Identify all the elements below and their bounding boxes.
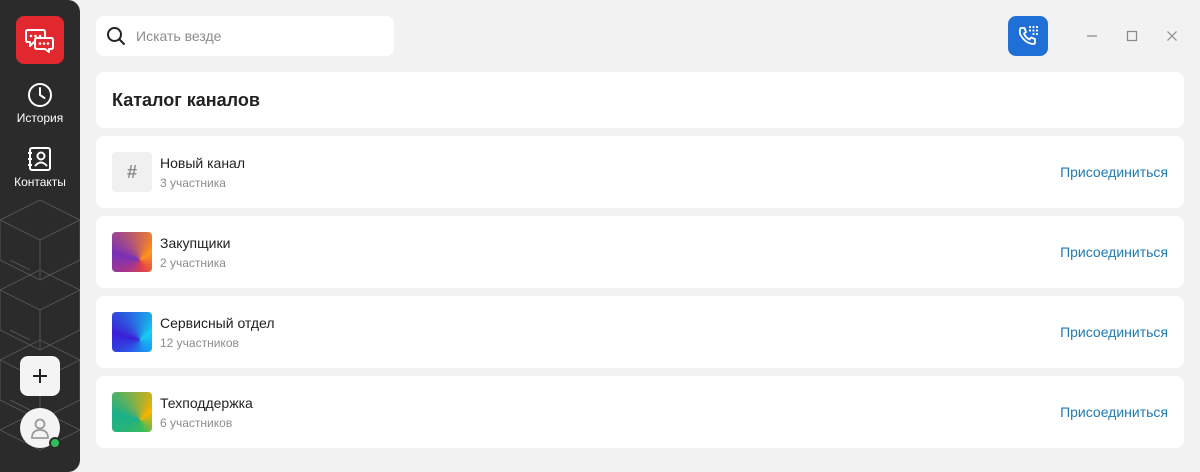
join-button[interactable]: Присоединиться	[1060, 404, 1168, 420]
plus-icon	[33, 369, 47, 383]
sidebar-item-history[interactable]: История	[0, 82, 80, 125]
online-status-dot	[49, 437, 61, 449]
catalog-header: Каталог каналов	[96, 72, 1184, 128]
channel-member-count: 2 участника	[160, 255, 226, 270]
maximize-icon	[1126, 30, 1138, 42]
add-button[interactable]	[20, 356, 60, 396]
close-icon	[1167, 31, 1177, 41]
channel-info: Сервисный отдел 12 участников	[160, 315, 1060, 350]
page-title: Каталог каналов	[112, 89, 260, 110]
maximize-button[interactable]	[1122, 26, 1142, 46]
channel-member-count: 12 участников	[160, 335, 239, 350]
channel-name: Сервисный отдел	[160, 314, 275, 331]
contacts-book-icon	[28, 147, 51, 171]
minimize-icon	[1087, 35, 1097, 37]
search-bar[interactable]	[96, 16, 394, 56]
channel-row-buyers[interactable]: Закупщики 2 участника Присоединиться	[96, 216, 1184, 288]
user-icon	[31, 418, 49, 439]
channel-info: Техподдержка 6 участников	[160, 395, 1060, 430]
join-button[interactable]: Присоединиться	[1060, 324, 1168, 340]
close-button[interactable]	[1162, 26, 1182, 46]
sidebar-item-label: Контакты	[14, 175, 66, 189]
join-button[interactable]: Присоединиться	[1060, 164, 1168, 180]
channel-name: Техподдержка	[160, 394, 253, 411]
channel-info: Новый канал 3 участника	[160, 155, 1060, 190]
channel-name: Закупщики	[160, 234, 231, 251]
channel-member-count: 3 участника	[160, 175, 226, 190]
channel-member-count: 6 участников	[160, 415, 233, 430]
join-button[interactable]: Присоединиться	[1060, 244, 1168, 260]
sidebar-item-label: История	[16, 111, 64, 125]
dialer-button[interactable]	[1008, 16, 1048, 56]
minimize-button[interactable]	[1082, 26, 1102, 46]
channel-row-tech-support[interactable]: Техподдержка 6 участников Присоединиться	[96, 376, 1184, 448]
channel-row-new-channel[interactable]: # Новый канал 3 участника Присоединиться	[96, 136, 1184, 208]
channel-avatar-icon	[112, 392, 152, 432]
phone-keypad-icon	[1018, 25, 1039, 45]
search-input[interactable]	[136, 28, 376, 44]
channel-avatar-icon	[112, 312, 152, 352]
clock-icon	[28, 83, 52, 107]
sidebar-item-contacts[interactable]: Контакты	[0, 146, 80, 189]
channel-name: Новый канал	[160, 154, 246, 171]
avatar[interactable]	[20, 408, 61, 449]
channel-info: Закупщики 2 участника	[160, 235, 1060, 270]
sidebar: История Контакты	[0, 0, 80, 472]
chat-bubbles-icon	[25, 29, 54, 53]
channel-row-service-department[interactable]: Сервисный отдел 12 участников Присоедини…	[96, 296, 1184, 368]
app-logo[interactable]	[16, 16, 64, 64]
search-icon	[107, 27, 125, 45]
channel-avatar-icon	[112, 232, 152, 272]
channel-hash-icon: #	[112, 152, 152, 192]
